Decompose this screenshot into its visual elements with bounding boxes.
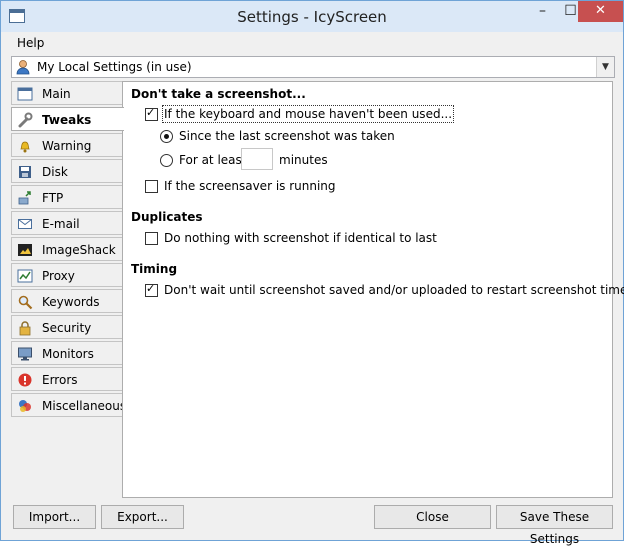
tab-label: Errors: [42, 373, 78, 387]
tab-security[interactable]: Security: [11, 315, 123, 339]
monitor-icon: [18, 347, 32, 361]
do-nothing-checkbox[interactable]: [145, 232, 158, 245]
for-at-least-label[interactable]: For at least: [179, 153, 246, 167]
tab-proxy[interactable]: Proxy: [11, 263, 123, 287]
ftp-icon: [18, 191, 31, 205]
proxy-icon: [17, 269, 33, 283]
magnifier-icon: [18, 295, 33, 310]
since-last-radio[interactable]: [160, 130, 173, 143]
tab-label: Keywords: [42, 295, 100, 309]
tab-label: Monitors: [42, 347, 94, 361]
save-settings-button[interactable]: Save These Settings: [496, 505, 613, 546]
tab-disk[interactable]: Disk: [11, 159, 123, 183]
tab-label: Miscellaneous: [42, 399, 127, 413]
dont-wait-checkbox[interactable]: [145, 282, 158, 297]
import-button[interactable]: Import...: [13, 505, 96, 529]
imageshack-icon: [18, 244, 32, 256]
since-last-label[interactable]: Since the last screenshot was taken: [179, 129, 395, 143]
profile-select[interactable]: My Local Settings (in use) ▼: [11, 56, 615, 78]
close-window-button[interactable]: ✕: [578, 1, 623, 22]
tab-label: Tweaks: [42, 113, 92, 127]
keyboard-mouse-label[interactable]: If the keyboard and mouse haven't been u…: [161, 105, 455, 123]
misc-icon: [19, 400, 31, 412]
screensaver-label[interactable]: If the screensaver is running: [164, 179, 336, 193]
tab-label: E-mail: [42, 217, 80, 231]
menu-help[interactable]: Help: [17, 36, 44, 50]
envelope-icon: [18, 219, 32, 229]
tab-warning[interactable]: Warning: [11, 133, 123, 157]
profile-select-value: My Local Settings (in use): [37, 60, 192, 74]
bell-icon: [20, 141, 30, 153]
tab-monitors[interactable]: Monitors: [11, 341, 123, 365]
minutes-label: minutes: [279, 153, 328, 167]
dont-wait-label[interactable]: Don't wait until screenshot saved and/or…: [164, 283, 624, 297]
wrench-icon: [18, 112, 33, 128]
tab-label: Disk: [42, 165, 68, 179]
tab-keywords[interactable]: Keywords: [11, 289, 123, 313]
error-icon: [18, 373, 32, 387]
screensaver-checkbox[interactable]: [145, 180, 158, 193]
do-nothing-label[interactable]: Do nothing with screenshot if identical …: [164, 231, 437, 245]
tab-label: Warning: [42, 139, 92, 153]
export-button[interactable]: Export...: [101, 505, 184, 529]
disk-icon: [19, 166, 31, 178]
menu-bar: Help: [1, 32, 623, 54]
tab-errors[interactable]: Errors: [11, 367, 123, 391]
user-icon: [16, 60, 30, 75]
tweaks-panel: Don't take a screenshot... If the keyboa…: [122, 81, 624, 498]
tab-tweaks[interactable]: Tweaks: [11, 107, 124, 131]
tab-imageshack[interactable]: ImageShack: [11, 237, 123, 261]
tab-miscellaneous[interactable]: Miscellaneous: [11, 393, 127, 417]
minimize-button[interactable]: –: [529, 1, 556, 22]
title-bar[interactable]: Settings - IcyScreen – ☐ ✕: [1, 1, 623, 32]
tab-label: Proxy: [42, 269, 75, 283]
chevron-down-icon[interactable]: ▼: [596, 57, 614, 77]
section-dont-take-screenshot: Don't take a screenshot...: [131, 87, 306, 101]
tab-label: ImageShack: [42, 243, 116, 257]
for-at-least-radio[interactable]: [160, 154, 173, 167]
section-timing: Timing: [131, 262, 178, 276]
lock-icon: [19, 321, 31, 336]
tab-email[interactable]: E-mail: [11, 211, 123, 235]
tab-main[interactable]: Main: [11, 81, 123, 105]
close-button[interactable]: Close: [374, 505, 491, 529]
section-duplicates: Duplicates: [131, 210, 203, 224]
settings-window: Settings - IcyScreen – ☐ ✕ Help My Local…: [0, 0, 624, 546]
tab-label: FTP: [42, 191, 64, 205]
tab-label: Main: [42, 87, 71, 101]
tab-label: Security: [42, 321, 92, 335]
keyboard-mouse-checkbox[interactable]: [145, 106, 158, 121]
minutes-input[interactable]: [241, 148, 273, 170]
window-icon: [17, 87, 33, 101]
tab-ftp[interactable]: FTP: [11, 185, 123, 209]
